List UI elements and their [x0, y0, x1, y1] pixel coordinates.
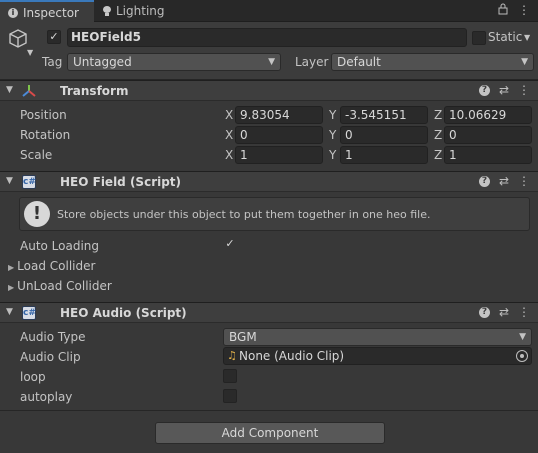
tag-dropdown[interactable]: Untagged ▼ — [67, 53, 281, 71]
icon-dropdown-arrow[interactable]: ▼ — [27, 48, 33, 57]
unload-collider-label: UnLoad Collider — [17, 279, 112, 293]
help-box-text: Store objects under this object to put t… — [57, 208, 431, 221]
tab-lighting[interactable]: Lighting — [97, 0, 177, 22]
scale-x-axis[interactable]: X — [225, 148, 233, 162]
transform-header[interactable]: ▼ Transform ? ⇄ ⋮ — [0, 80, 538, 101]
presets-icon[interactable]: ⇄ — [499, 174, 509, 188]
rotation-label: Rotation — [20, 128, 71, 142]
heo-audio-header[interactable]: ▼ c# HEO Audio (Script) ? ⇄ ⋮ — [0, 302, 538, 323]
transform-icon — [22, 84, 36, 101]
foldout-expanded-icon[interactable]: ▼ — [6, 176, 13, 186]
scale-z-axis[interactable]: Z — [434, 148, 442, 162]
script-icon: c# — [22, 175, 36, 189]
add-component-button[interactable]: Add Component — [155, 422, 385, 444]
foldout-collapsed-icon: ▶ — [8, 283, 15, 292]
audio-type-dropdown[interactable]: BGM ▼ — [223, 328, 532, 346]
chevron-down-icon: ▼ — [268, 57, 275, 67]
tag-value: Untagged — [73, 55, 132, 69]
load-collider-foldout[interactable]: ▶ Load Collider — [8, 259, 95, 273]
help-icon[interactable]: ? — [478, 85, 490, 96]
static-checkbox[interactable] — [472, 31, 486, 45]
audio-clip-label: Audio Clip — [20, 350, 81, 364]
component-menu-icon[interactable]: ⋮ — [518, 83, 530, 97]
kebab-menu-icon[interactable]: ⋮ — [518, 3, 530, 18]
component-header-icons: ? ⇄ ⋮ — [478, 305, 530, 319]
rotation-y-field[interactable]: 0 — [340, 126, 428, 144]
active-checkbox[interactable]: ✓ — [47, 30, 61, 44]
lock-icon[interactable] — [498, 3, 508, 18]
heo-audio-title: HEO Audio (Script) — [60, 306, 187, 320]
chevron-down-icon: ▼ — [521, 57, 528, 67]
autoplay-label: autoplay — [20, 390, 73, 404]
scale-z-field[interactable]: 1 — [444, 146, 532, 164]
presets-icon[interactable]: ⇄ — [499, 305, 509, 319]
transform-title: Transform — [60, 84, 129, 98]
object-picker-icon[interactable] — [516, 350, 528, 362]
foldout-expanded-icon[interactable]: ▼ — [6, 85, 13, 95]
auto-loading-checkbox[interactable]: ✓ — [223, 238, 237, 252]
position-y-axis[interactable]: Y — [329, 108, 336, 122]
info-help-box: ! Store objects under this object to put… — [19, 197, 530, 231]
rotation-x-field[interactable]: 0 — [235, 126, 323, 144]
window-controls: ⋮ — [498, 3, 530, 18]
audio-clip-value: None (Audio Clip) — [239, 349, 345, 363]
component-divider — [0, 410, 538, 411]
position-x-axis[interactable]: X — [225, 108, 233, 122]
heo-field-title: HEO Field (Script) — [60, 175, 182, 189]
presets-icon[interactable]: ⇄ — [499, 83, 509, 97]
script-icon: c# — [22, 306, 36, 320]
gameobject-header: ▼ ✓ HEOField5 Static ▼ Tag Untagged ▼ La… — [0, 22, 538, 80]
rotation-y-axis[interactable]: Y — [329, 128, 336, 142]
help-icon[interactable]: ? — [478, 176, 490, 187]
tab-inspector-label: Inspector — [23, 5, 79, 20]
autoplay-checkbox[interactable] — [223, 389, 237, 403]
position-x-field[interactable]: 9.83054 — [235, 106, 323, 124]
scale-label: Scale — [20, 148, 53, 162]
layer-label: Layer — [295, 55, 329, 69]
heo-field-header[interactable]: ▼ c# HEO Field (Script) ? ⇄ ⋮ — [0, 171, 538, 192]
load-collider-label: Load Collider — [17, 259, 96, 273]
rotation-x-axis[interactable]: X — [225, 128, 233, 142]
static-label: Static — [488, 30, 523, 44]
auto-loading-label: Auto Loading — [20, 239, 100, 253]
lightbulb-icon — [103, 6, 111, 16]
position-label: Position — [20, 108, 67, 122]
unload-collider-foldout[interactable]: ▶ UnLoad Collider — [8, 279, 112, 293]
gameobject-name-input[interactable]: HEOField5 — [67, 28, 467, 47]
component-menu-icon[interactable]: ⋮ — [518, 305, 530, 319]
tag-label: Tag — [42, 55, 63, 69]
layer-value: Default — [337, 55, 381, 69]
tab-lighting-label: Lighting — [116, 4, 165, 18]
gameobject-cube-icon[interactable] — [7, 28, 29, 53]
audio-type-value: BGM — [229, 330, 257, 344]
position-z-axis[interactable]: Z — [434, 108, 442, 122]
foldout-expanded-icon[interactable]: ▼ — [6, 307, 13, 317]
chevron-down-icon: ▼ — [519, 332, 526, 342]
rotation-z-field[interactable]: 0 — [444, 126, 532, 144]
inspector-tab-bar: i Inspector Lighting ⋮ — [0, 0, 538, 23]
audio-clip-object-field[interactable]: ♫ None (Audio Clip) — [223, 347, 532, 365]
component-menu-icon[interactable]: ⋮ — [518, 174, 530, 188]
position-y-field[interactable]: -3.545151 — [340, 106, 428, 124]
static-dropdown-arrow[interactable]: ▼ — [524, 33, 530, 42]
loop-checkbox[interactable] — [223, 369, 237, 383]
component-header-icons: ? ⇄ ⋮ — [478, 83, 530, 97]
scale-y-axis[interactable]: Y — [329, 148, 336, 162]
audio-type-label: Audio Type — [20, 330, 86, 344]
info-icon: i — [8, 7, 18, 18]
foldout-collapsed-icon: ▶ — [8, 263, 15, 272]
scale-x-field[interactable]: 1 — [235, 146, 323, 164]
layer-dropdown[interactable]: Default ▼ — [331, 53, 534, 71]
position-z-field[interactable]: 10.06629 — [444, 106, 532, 124]
scale-y-field[interactable]: 1 — [340, 146, 428, 164]
component-header-icons: ? ⇄ ⋮ — [478, 174, 530, 188]
tab-inspector[interactable]: i Inspector — [0, 0, 94, 23]
audio-clip-icon: ♫ — [227, 349, 237, 362]
help-icon[interactable]: ? — [478, 307, 490, 318]
rotation-z-axis[interactable]: Z — [434, 128, 442, 142]
exclamation-icon: ! — [24, 201, 50, 227]
loop-label: loop — [20, 370, 46, 384]
